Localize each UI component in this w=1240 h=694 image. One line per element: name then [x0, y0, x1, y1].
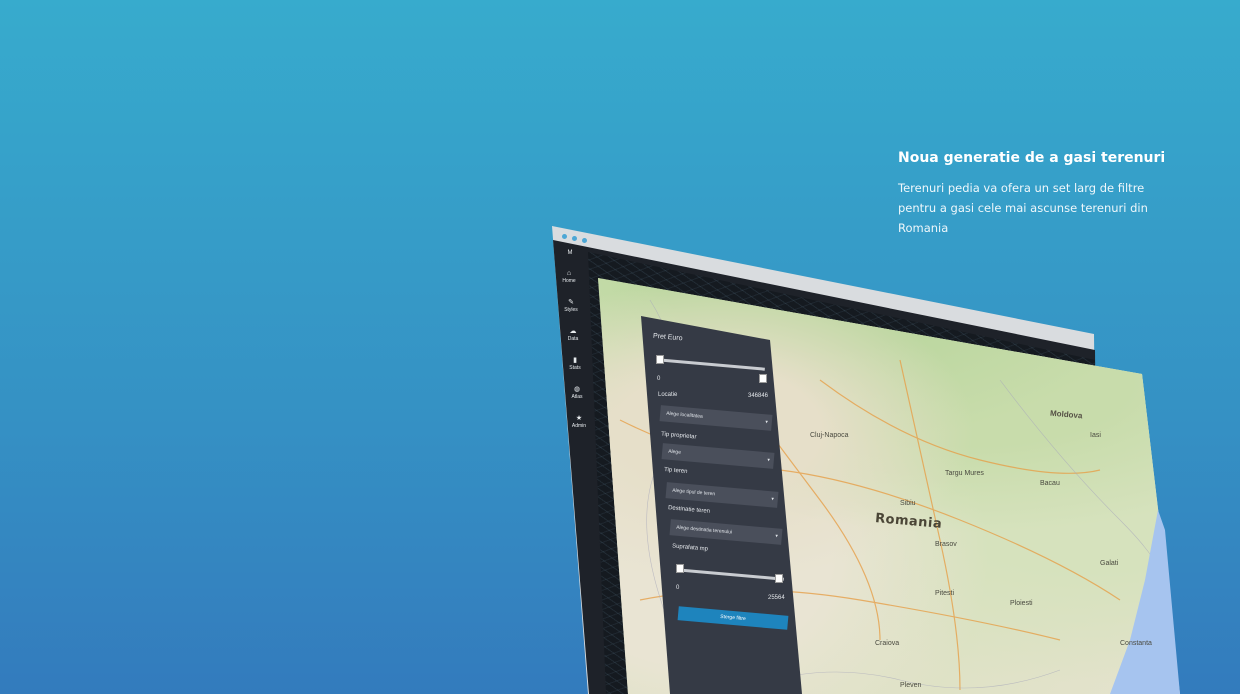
sidebar-item-label: Home [562, 278, 576, 284]
map-city-label: Bacau [1040, 480, 1060, 487]
star-icon: ★ [575, 415, 583, 422]
map-city-label: Brasov [935, 541, 957, 548]
cloud-icon: ☁ [569, 328, 577, 335]
map-city-label: Pitesti [935, 590, 955, 597]
map-city-label: Cluj-Napoca [810, 432, 849, 439]
map-city-label: Sibiu [900, 500, 916, 507]
area-min-value: 0 [676, 585, 680, 591]
sidebar-item-label: Atlas [571, 394, 583, 400]
sidebar-item-label: Styles [564, 307, 578, 313]
brush-icon: ✎ [568, 299, 574, 306]
location-label: Locatie [658, 392, 678, 398]
chevron-down-icon: ▾ [775, 533, 779, 540]
location-value: 346846 [748, 393, 769, 399]
price-min-value: 0 [657, 376, 661, 382]
chevron-down-icon: ▾ [765, 419, 769, 426]
sidebar-item-label: Stats [569, 365, 581, 371]
sidebar-item-home[interactable]: ⌂ Home [558, 270, 580, 284]
map-city-label: Pleven [900, 682, 922, 689]
window-dot-icon [582, 238, 587, 243]
land-use-select-placeholder: Alege destinatia terenului [675, 524, 733, 536]
area-slider-min-handle[interactable] [676, 564, 684, 573]
map-city-label: Iasi [1090, 432, 1101, 439]
map-city-label: Craiova [875, 640, 900, 647]
chevron-down-icon: ▾ [771, 496, 775, 503]
map-city-label: Galati [1100, 560, 1119, 567]
location-select-placeholder: Alege localitatea [665, 410, 704, 420]
area-max-value: 25564 [768, 595, 785, 601]
window-dot-icon [572, 236, 577, 241]
land-type-select-placeholder: Alege tipul de teren [671, 487, 716, 498]
sidebar-item-atlas[interactable]: ◍ Atlas [566, 385, 588, 400]
map-city-label: Targu Mures [945, 470, 984, 477]
globe-icon: ◍ [573, 386, 581, 393]
owner-type-select-placeholder: Alege [667, 448, 682, 456]
window-dot-icon [562, 234, 567, 239]
sidebar-item-label: Data [567, 336, 579, 342]
bar-chart-icon: ▮ [573, 357, 577, 364]
sidebar-item-admin[interactable]: ★ Admin [568, 414, 590, 429]
sidebar-item-stats[interactable]: ▮ Stats [564, 356, 586, 371]
home-icon: ⌂ [566, 270, 572, 277]
sidebar-item-styles[interactable]: ✎ Styles [560, 298, 582, 313]
hero-description: Terenuri pedia va ofera un set larg de f… [898, 181, 1148, 235]
hero-text: Noua generatie de a gasi terenuri Terenu… [898, 150, 1178, 238]
sidebar-item-label: Admin [571, 423, 587, 429]
map-city-label: Constanta [1120, 640, 1152, 647]
price-slider-min-handle[interactable] [656, 355, 664, 364]
sidebar-item-data[interactable]: ☁ Data [562, 327, 584, 342]
price-slider-max-handle[interactable] [759, 374, 767, 383]
hero-title: Noua generatie de a gasi terenuri [898, 150, 1166, 166]
map-city-label: Ploiesti [1010, 600, 1033, 607]
chevron-down-icon: ▾ [767, 457, 771, 464]
app-logo: M [567, 250, 573, 256]
area-slider-max-handle[interactable] [775, 574, 783, 583]
